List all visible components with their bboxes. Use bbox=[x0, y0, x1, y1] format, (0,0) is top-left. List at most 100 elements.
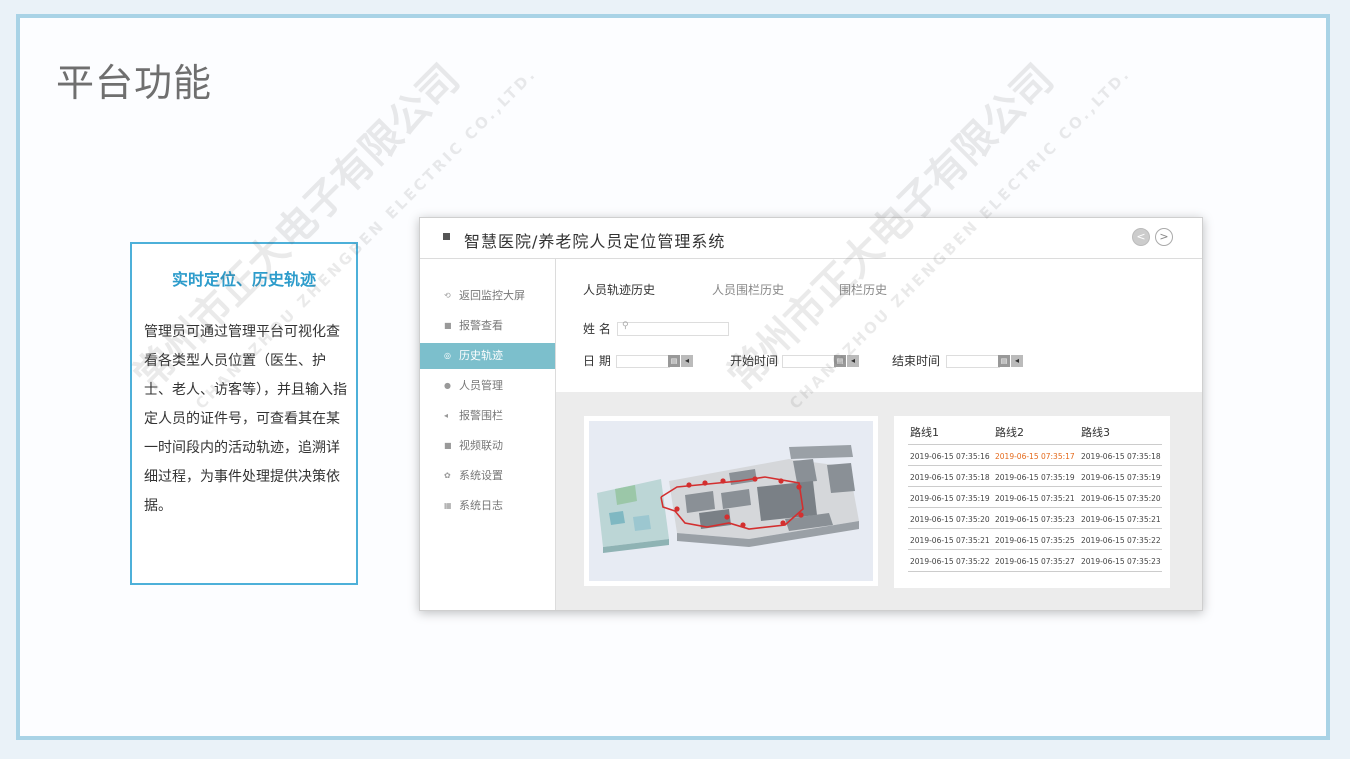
location-pin-icon bbox=[752, 476, 758, 482]
main-content: 人员轨迹历史 人员围栏历史 围栏历史 姓 名 ⚲ 日 期 ▤ ◂ 开始时间 ▤ … bbox=[556, 259, 1202, 610]
location-pin-icon bbox=[796, 484, 802, 490]
table-row[interactable]: 2019-06-15 07:35:16 2019-06-15 07:35:17 … bbox=[908, 444, 1162, 466]
table-cell: 2019-06-15 07:35:20 bbox=[1081, 494, 1161, 503]
feature-title: 实时定位、历史轨迹 bbox=[171, 270, 316, 289]
floor-map-illustration bbox=[597, 445, 859, 553]
table-cell-highlighted: 2019-06-15 07:35:17 bbox=[995, 452, 1075, 461]
sidebar-item-back-to-monitor[interactable]: ⟲ 返回监控大屏 bbox=[420, 283, 555, 309]
table-cell: 2019-06-15 07:35:25 bbox=[995, 536, 1075, 545]
column-header-route-3: 路线3 bbox=[1081, 426, 1110, 439]
sidebar-item-alarm-view[interactable]: ■ 报警查看 bbox=[420, 313, 555, 339]
building-block bbox=[789, 445, 853, 459]
start-time-picker[interactable]: ▤ ◂ bbox=[782, 355, 860, 368]
calendar-icon[interactable]: ▤ bbox=[834, 355, 846, 367]
sidebar-item-label: 系统设置 bbox=[459, 469, 503, 482]
table-cell: 2019-06-15 07:35:16 bbox=[910, 452, 990, 461]
sidebar-item-label: 报警围栏 bbox=[459, 409, 503, 422]
table-cell: 2019-06-15 07:35:23 bbox=[995, 515, 1075, 524]
location-pin-icon bbox=[720, 478, 726, 484]
system-window: 智慧医院/养老院人员定位管理系统 < > ⟲ 返回监控大屏 ■ 报警查看 ◎ 历… bbox=[419, 217, 1203, 611]
table-cell: 2019-06-15 07:35:19 bbox=[910, 494, 990, 503]
floor-map-panel bbox=[584, 416, 878, 586]
name-input[interactable]: ⚲ bbox=[617, 321, 729, 336]
sidebar-item-label: 人员管理 bbox=[459, 379, 503, 392]
track-icon: ◎ bbox=[444, 351, 451, 360]
table-cell: 2019-06-15 07:35:18 bbox=[1081, 452, 1161, 461]
sidebar: ⟲ 返回监控大屏 ■ 报警查看 ◎ 历史轨迹 ● 人员管理 ◂ 报警围栏 ■ 视… bbox=[420, 259, 556, 610]
table-cell: 2019-06-15 07:35:21 bbox=[910, 536, 990, 545]
building-block bbox=[633, 515, 651, 531]
table-cell: 2019-06-15 07:35:22 bbox=[1081, 536, 1161, 545]
table-row[interactable]: 2019-06-15 07:35:19 2019-06-15 07:35:21 … bbox=[908, 486, 1162, 508]
system-header: 智慧医院/养老院人员定位管理系统 < > bbox=[420, 218, 1202, 259]
sidebar-item-label: 历史轨迹 bbox=[459, 349, 503, 362]
sidebar-item-video-link[interactable]: ■ 视频联动 bbox=[420, 433, 555, 459]
sidebar-item-system-settings[interactable]: ✿ 系统设置 bbox=[420, 463, 555, 489]
date-picker[interactable]: ▤ ◂ bbox=[616, 355, 694, 368]
building-block bbox=[609, 511, 625, 525]
table-cell: 2019-06-15 07:35:22 bbox=[910, 557, 990, 566]
end-time-label: 结束时间 bbox=[892, 354, 941, 368]
location-pin-icon bbox=[724, 514, 730, 520]
sidebar-item-user-management[interactable]: ● 人员管理 bbox=[420, 373, 555, 399]
arrow-left-icon[interactable]: ◂ bbox=[847, 355, 859, 367]
back-icon: ⟲ bbox=[444, 291, 451, 300]
sidebar-item-label: 系统日志 bbox=[459, 499, 503, 512]
sidebar-item-alarm-fence[interactable]: ◂ 报警围栏 bbox=[420, 403, 555, 429]
table-row[interactable]: 2019-06-15 07:35:21 2019-06-15 07:35:25 … bbox=[908, 528, 1162, 550]
sidebar-item-label: 报警查看 bbox=[459, 319, 503, 332]
table-cell: 2019-06-15 07:35:19 bbox=[1081, 473, 1161, 482]
alarm-icon: ■ bbox=[444, 321, 452, 330]
tab-person-track-history[interactable]: 人员轨迹历史 bbox=[583, 281, 655, 298]
calendar-icon[interactable]: ▤ bbox=[668, 355, 680, 367]
title-square-icon bbox=[443, 233, 450, 240]
table-cell: 2019-06-15 07:35:20 bbox=[910, 515, 990, 524]
sidebar-item-history-track[interactable]: ◎ 历史轨迹 bbox=[420, 343, 555, 369]
start-time-label: 开始时间 bbox=[730, 354, 779, 368]
end-time-picker[interactable]: ▤ ◂ bbox=[946, 355, 1024, 368]
name-label: 姓 名 bbox=[583, 322, 611, 336]
start-time-input[interactable] bbox=[782, 355, 836, 368]
end-time-input[interactable] bbox=[946, 355, 1000, 368]
building-block bbox=[793, 459, 817, 483]
location-pin-icon bbox=[686, 482, 692, 488]
table-bottom-border bbox=[908, 571, 1162, 572]
tab-fence-history[interactable]: 围栏历史 bbox=[839, 281, 887, 298]
fence-icon: ◂ bbox=[444, 411, 449, 420]
building-block bbox=[827, 463, 855, 493]
arrow-left-icon[interactable]: ◂ bbox=[1011, 355, 1023, 367]
calendar-icon[interactable]: ▤ bbox=[998, 355, 1010, 367]
route-table: 路线1 路线2 路线3 2019-06-15 07:35:16 2019-06-… bbox=[894, 416, 1170, 588]
arrow-left-icon[interactable]: ◂ bbox=[681, 355, 693, 367]
table-row[interactable]: 2019-06-15 07:35:18 2019-06-15 07:35:19 … bbox=[908, 465, 1162, 487]
table-row[interactable]: 2019-06-15 07:35:22 2019-06-15 07:35:27 … bbox=[908, 549, 1162, 571]
video-icon: ■ bbox=[444, 441, 452, 450]
feature-description: 管理员可通过管理平台可视化查看各类型人员位置（医生、护士、老人、访客等），并且输… bbox=[144, 324, 347, 514]
table-row[interactable]: 2019-06-15 07:35:20 2019-06-15 07:35:23 … bbox=[908, 507, 1162, 529]
next-button[interactable]: > bbox=[1155, 228, 1173, 246]
prev-button[interactable]: < bbox=[1132, 228, 1150, 246]
log-icon: ▦ bbox=[444, 501, 452, 510]
feature-card: 实时定位、历史轨迹 管理员可通过管理平台可视化查看各类型人员位置（医生、护士、老… bbox=[130, 242, 358, 585]
location-pin-icon bbox=[740, 522, 746, 528]
column-header-route-1: 路线1 bbox=[910, 426, 939, 439]
tab-person-fence-history[interactable]: 人员围栏历史 bbox=[712, 281, 784, 298]
table-cell: 2019-06-15 07:35:18 bbox=[910, 473, 990, 482]
slide-title: 平台功能 bbox=[56, 61, 213, 105]
floor-map[interactable] bbox=[589, 421, 873, 581]
table-cell: 2019-06-15 07:35:27 bbox=[995, 557, 1075, 566]
sidebar-item-label: 视频联动 bbox=[459, 439, 503, 452]
location-pin-icon bbox=[702, 480, 708, 486]
table-cell: 2019-06-15 07:35:19 bbox=[995, 473, 1075, 482]
column-header-route-2: 路线2 bbox=[995, 426, 1024, 439]
table-cell: 2019-06-15 07:35:23 bbox=[1081, 557, 1161, 566]
user-icon: ● bbox=[444, 381, 451, 390]
system-title: 智慧医院/养老院人员定位管理系统 bbox=[464, 232, 726, 251]
date-label: 日 期 bbox=[583, 354, 611, 368]
building-block bbox=[757, 481, 817, 521]
location-pin-icon bbox=[798, 512, 804, 518]
sidebar-item-system-log[interactable]: ▦ 系统日志 bbox=[420, 493, 555, 519]
date-input[interactable] bbox=[616, 355, 670, 368]
route-table-header: 路线1 路线2 路线3 bbox=[894, 424, 1170, 444]
table-cell: 2019-06-15 07:35:21 bbox=[1081, 515, 1161, 524]
